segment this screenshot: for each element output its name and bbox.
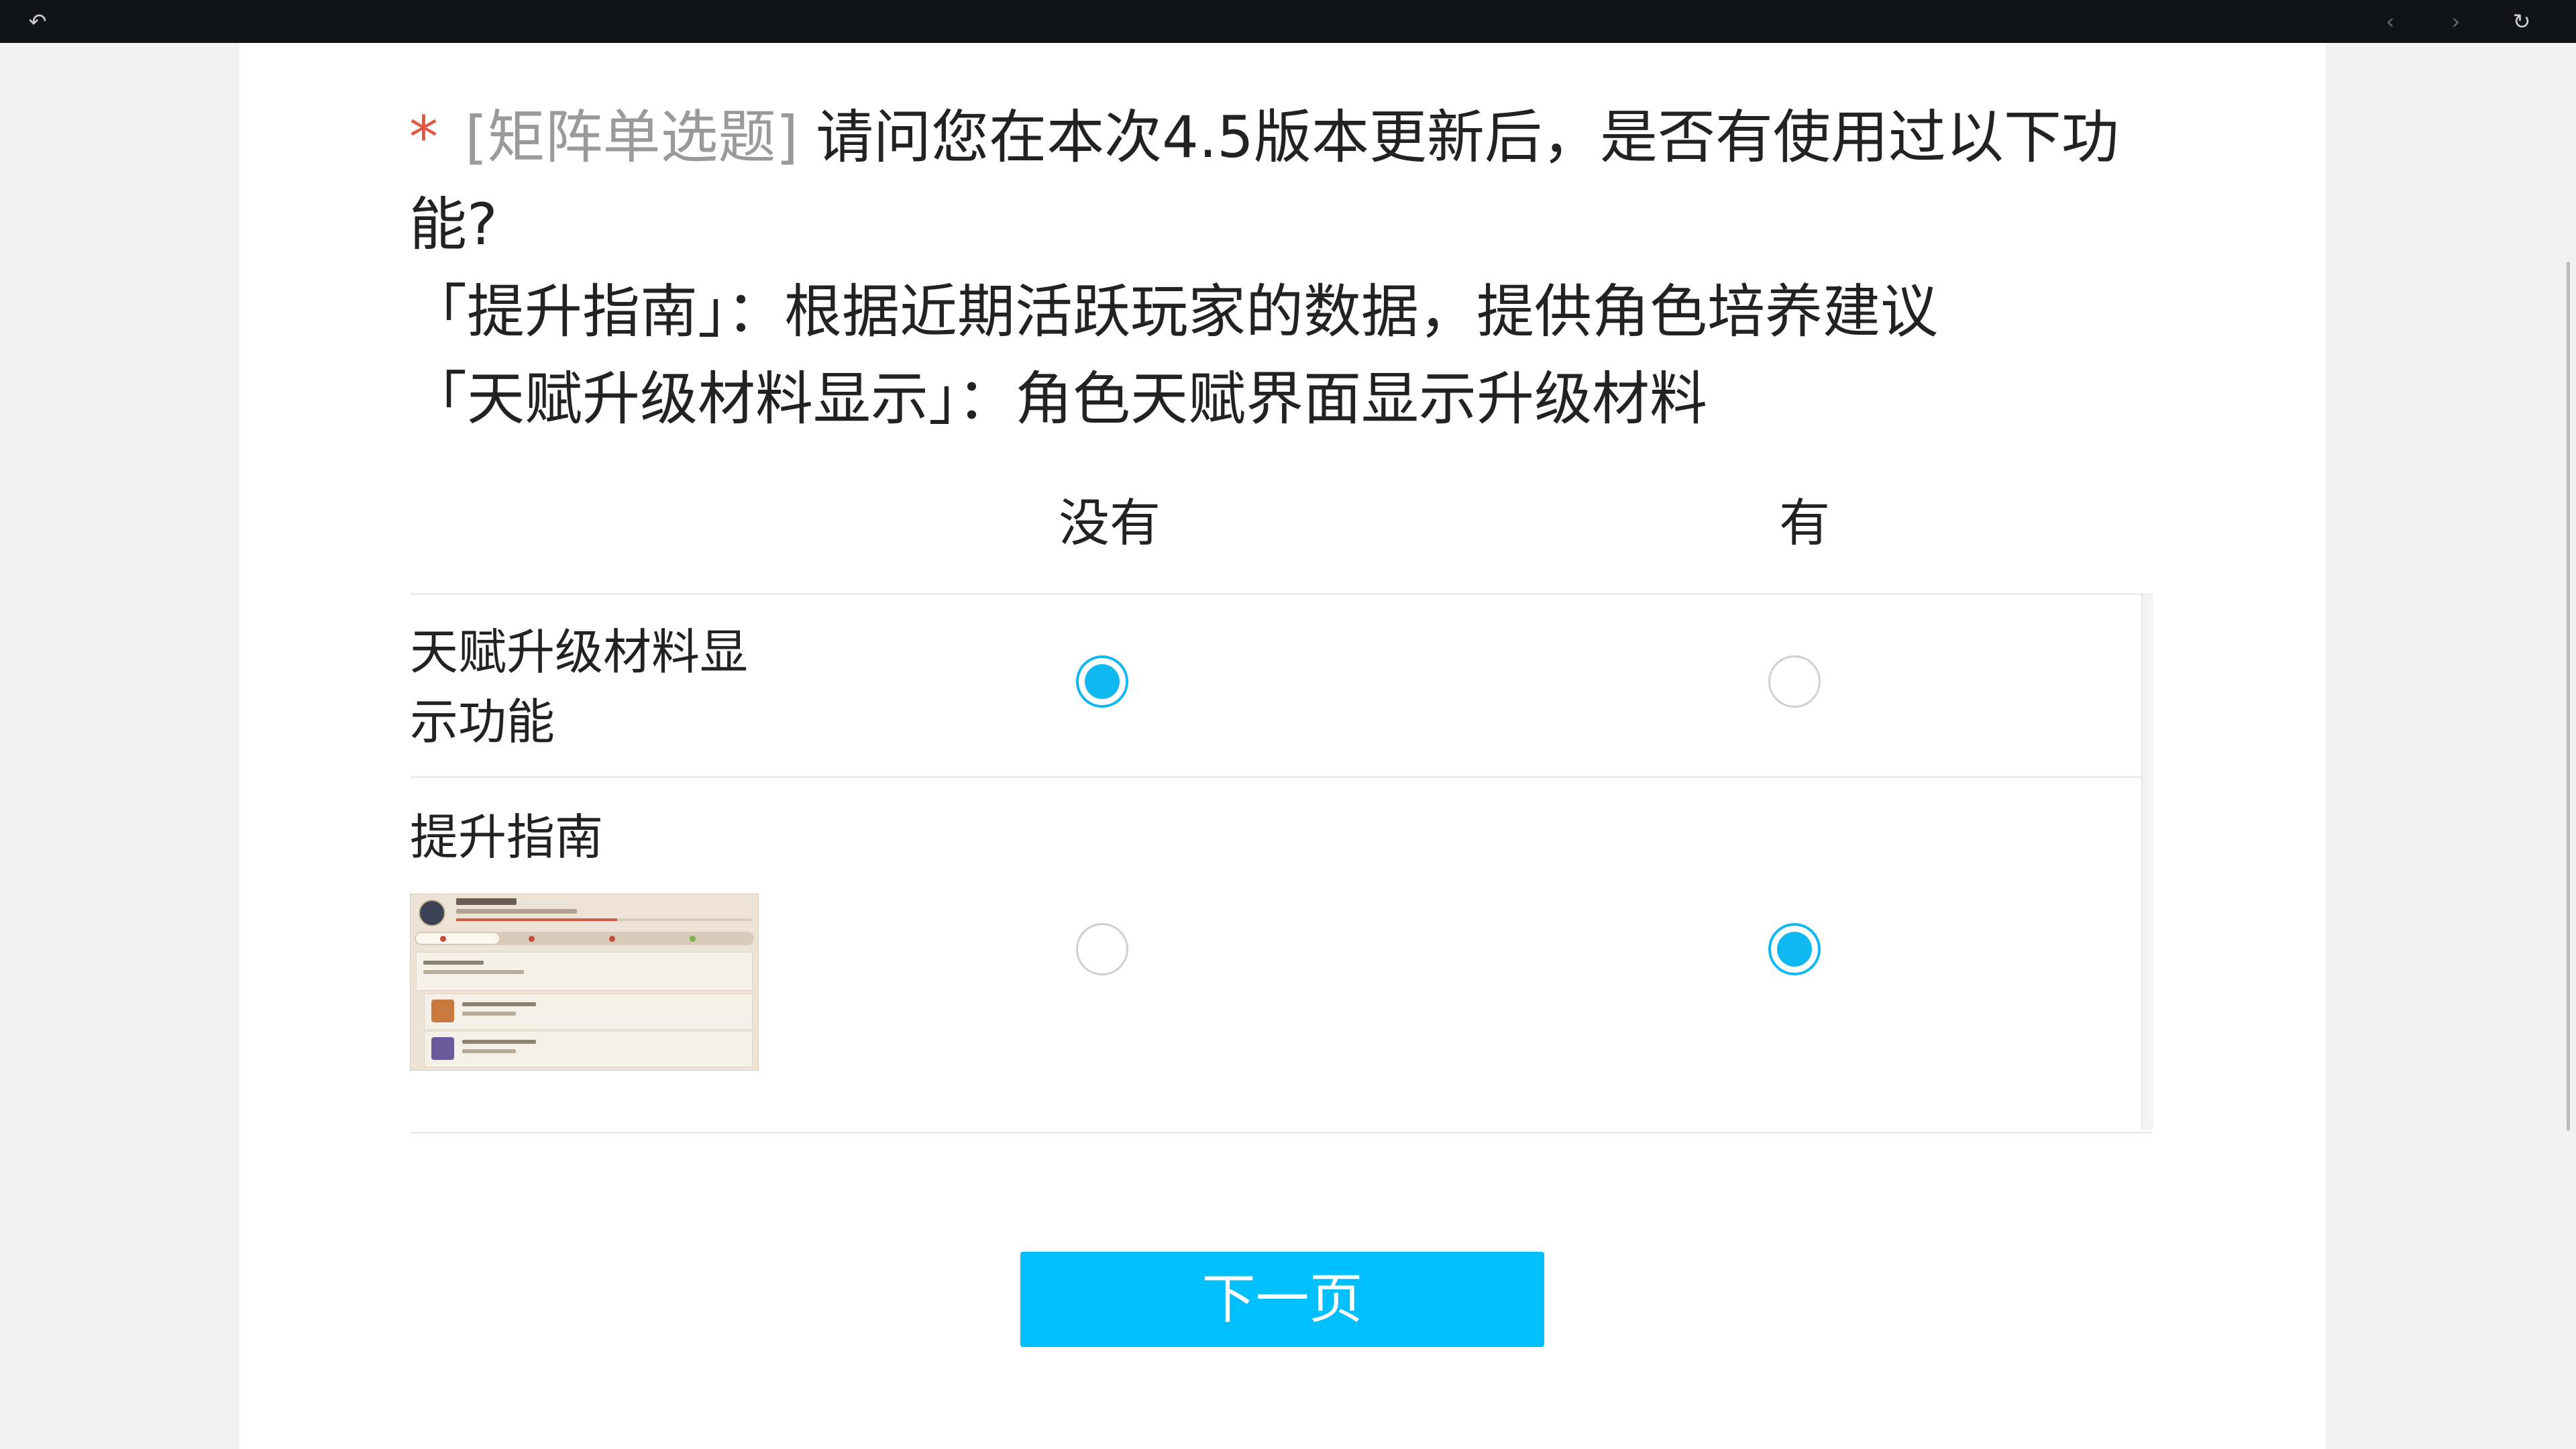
column-header-none: 没有 <box>1059 493 1161 553</box>
row-label-improvement-guide: 提升指南 <box>410 809 604 865</box>
next-page-button[interactable]: 下一页 <box>1020 1252 1544 1347</box>
column-header-yes: 有 <box>1779 493 1830 553</box>
next-arrow-icon[interactable]: › <box>2444 9 2468 34</box>
row-divider <box>410 776 2141 778</box>
reload-icon[interactable]: ↻ <box>2510 9 2534 34</box>
required-mark: * <box>409 104 438 171</box>
page-scrollbar[interactable] <box>2567 262 2570 1131</box>
question-desc-talent: 「天赋升级材料显示」：角色天赋界面显示升级材料 <box>409 366 1707 433</box>
question-type-label: [矩阵单选题] <box>465 104 799 171</box>
back-arrow-icon[interactable]: ↶ <box>25 9 50 34</box>
matrix-scrollbar[interactable] <box>2141 593 2153 1130</box>
radio-guide-none[interactable] <box>1076 923 1128 975</box>
improvement-guide-thumbnail <box>410 894 759 1071</box>
prev-arrow-icon[interactable]: ‹ <box>2378 9 2402 34</box>
question-desc-guide: 「提升指南」：根据近期活跃玩家的数据，提供角色培养建议 <box>409 278 1938 345</box>
question-block: * [矩阵单选题] 请问您在本次4.5版本更新后，是否有使用过以下功 能? 「提升指… <box>409 94 2119 443</box>
row-label-talent-materials: 天赋升级材料显示功能 <box>410 624 749 750</box>
radio-talent-none[interactable] <box>1076 655 1128 708</box>
radio-talent-yes[interactable] <box>1768 655 1821 708</box>
radio-guide-yes[interactable] <box>1768 923 1821 975</box>
question-title: 请问您在本次4.5版本更新后，是否有使用过以下功 <box>816 104 2119 171</box>
question-title-cont: 能? <box>409 191 498 258</box>
browser-toolbar: ↶ ‹ › ↻ <box>0 0 2576 43</box>
